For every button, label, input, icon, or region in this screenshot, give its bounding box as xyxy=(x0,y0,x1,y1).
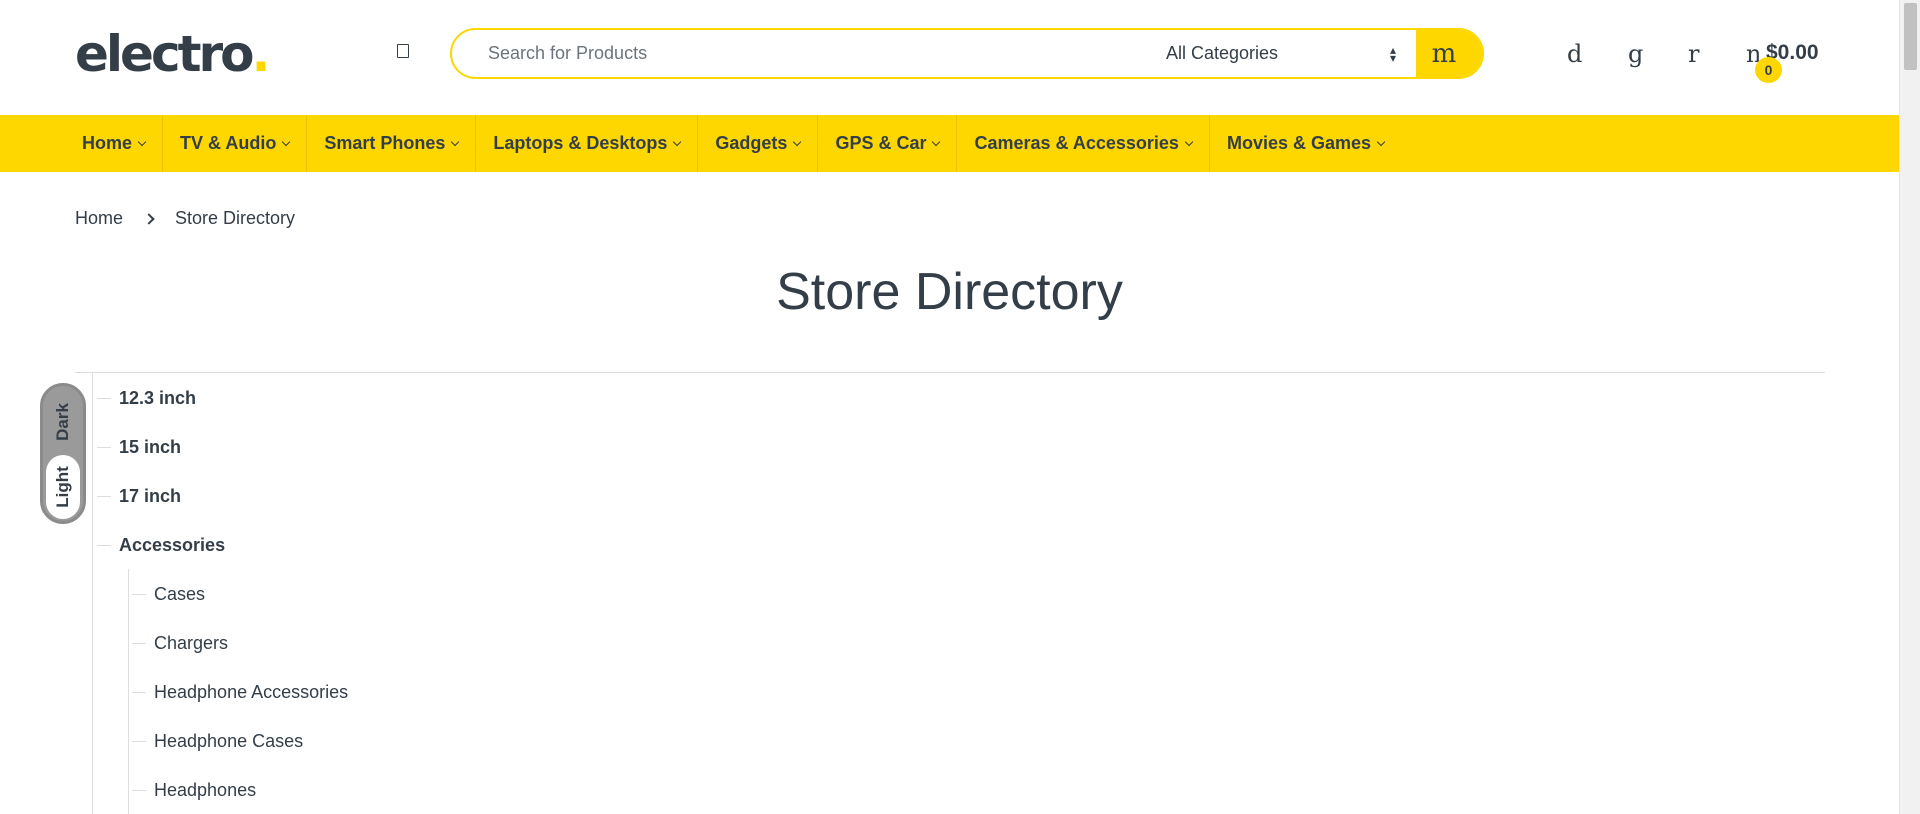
directory-item-12-3-inch[interactable]: 12.3 inch xyxy=(96,386,196,410)
search-button[interactable]: m xyxy=(1416,30,1482,77)
search-icon: m xyxy=(1431,38,1457,69)
subtree-line xyxy=(128,569,129,814)
chevron-right-icon xyxy=(143,212,155,225)
directory-subitem-headphones[interactable]: Headphones xyxy=(131,778,256,802)
directory-item-15-inch[interactable]: 15 inch xyxy=(96,435,181,459)
nav-item-label: Cameras & Accessories xyxy=(974,133,1179,153)
chevron-down-icon xyxy=(137,137,147,146)
chevron-down-icon xyxy=(1184,137,1194,146)
search-input[interactable] xyxy=(488,30,1138,77)
nav-item-label: Movies & Games xyxy=(1226,133,1372,153)
theme-dark-label: Dark xyxy=(53,403,72,441)
select-caret-icon: ▴ ▾ xyxy=(1389,42,1396,65)
chevron-down-icon xyxy=(673,137,682,146)
nav-item-gadgets[interactable]: Gadgets xyxy=(698,115,819,172)
site-logo[interactable]: electro. xyxy=(75,25,271,83)
directory-subitem-cases[interactable]: Cases xyxy=(131,582,205,606)
chevron-down-icon xyxy=(451,137,460,146)
breadcrumb: Home Store Directory xyxy=(75,208,295,229)
nav-item-movies-games[interactable]: Movies & Games xyxy=(1210,115,1401,172)
theme-toggle[interactable]: Dark Light xyxy=(40,383,86,524)
nav-item-home[interactable]: Home xyxy=(65,115,164,172)
scrollbar-thumb[interactable] xyxy=(1904,3,1917,70)
directory-item-17-inch[interactable]: 17 inch xyxy=(96,484,181,508)
nav-item-label: Gadgets xyxy=(715,133,788,153)
nav-item-smart-phones[interactable]: Smart Phones xyxy=(307,115,477,172)
category-select-value: All Categories xyxy=(1166,43,1279,63)
chevron-down-icon xyxy=(793,137,802,146)
cart-count-badge: 0 xyxy=(1755,57,1782,83)
nav-list: Home TV & Audio Smart Phones Laptops & D… xyxy=(65,115,1401,172)
nav-item-tv-audio[interactable]: TV & Audio xyxy=(163,115,308,172)
directory-subitem-headphone-cases[interactable]: Headphone Cases xyxy=(131,729,303,753)
breadcrumb-current: Store Directory xyxy=(175,208,296,228)
category-select[interactable]: All Categories ▴ ▾ xyxy=(1166,30,1406,77)
site-header: electro. All Categories ▴▾ m d g r n $0.… xyxy=(0,0,1899,115)
account-icon[interactable]: r xyxy=(1688,40,1699,68)
main-nav: Home TV & Audio Smart Phones Laptops & D… xyxy=(0,115,1899,172)
theme-light-label: Light xyxy=(53,466,73,508)
chevron-down-icon xyxy=(282,137,291,146)
theme-dark-option[interactable]: Dark xyxy=(43,392,83,452)
nav-item-label: Smart Phones xyxy=(324,133,446,153)
page-title: Store Directory xyxy=(776,263,1123,321)
nav-item-label: Laptops & Desktops xyxy=(493,133,668,153)
directory-item-accessories[interactable]: Accessories xyxy=(96,533,225,557)
store-directory-tree: 12.3 inch 15 inch 17 inch Accessories Ca… xyxy=(92,373,1292,814)
hamburger-icon[interactable] xyxy=(397,44,409,58)
theme-light-option[interactable]: Light xyxy=(46,455,80,519)
compare-icon[interactable]: d xyxy=(1567,40,1582,68)
search-bar: All Categories ▴▾ m xyxy=(450,28,1484,79)
page-scrollbar[interactable] xyxy=(1899,0,1920,814)
chevron-down-icon xyxy=(1376,137,1386,146)
nav-item-laptops-desktops[interactable]: Laptops & Desktops xyxy=(476,115,699,172)
nav-item-cameras-accessories[interactable]: Cameras & Accessories xyxy=(957,115,1210,172)
breadcrumb-home-link[interactable]: Home xyxy=(75,208,123,229)
wishlist-icon[interactable]: g xyxy=(1628,40,1643,68)
nav-item-label: GPS & Car xyxy=(835,133,927,153)
logo-text: electro xyxy=(75,25,255,83)
nav-item-label: Home xyxy=(82,133,133,153)
logo-dot: . xyxy=(251,25,271,83)
chevron-down-icon xyxy=(932,137,941,146)
directory-subitem-chargers[interactable]: Chargers xyxy=(131,631,228,655)
directory-subitem-headphone-accessories[interactable]: Headphone Accessories xyxy=(131,680,348,704)
nav-item-label: TV & Audio xyxy=(180,133,277,153)
nav-item-gps-car[interactable]: GPS & Car xyxy=(818,115,958,172)
